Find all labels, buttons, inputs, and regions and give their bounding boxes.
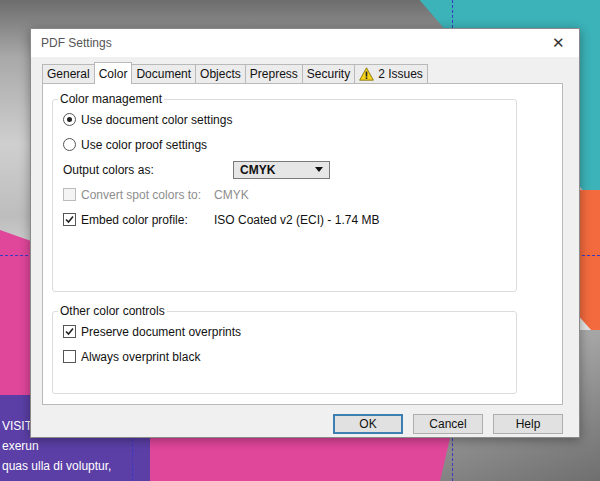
radio-option[interactable]: Use document color settings (63, 110, 506, 129)
pdf-settings-dialog: PDF Settings ✕ General Color Document Ob… (30, 28, 580, 438)
canvas-text-line: exerun (2, 436, 111, 456)
profile-value: ISO Coated v2 (ECI) - 1.74 MB (214, 213, 379, 227)
design-canvas: VISIT Texerunquas ulla di voluptur, PDF … (0, 0, 600, 481)
radio-button[interactable] (63, 138, 76, 151)
title-bar: PDF Settings ✕ (31, 29, 579, 57)
dialog-button[interactable]: Help (493, 414, 563, 434)
radio-option[interactable]: Use color proof settings (63, 135, 506, 154)
checkbox[interactable] (63, 213, 76, 226)
tab[interactable]: Document (131, 64, 196, 83)
convert-spot-row[interactable]: Convert spot colors to: CMYK (63, 185, 506, 204)
warning-icon (359, 67, 374, 81)
checkbox-row[interactable]: Always overprint black (63, 347, 506, 366)
button-row: OK Cancel Help (42, 414, 563, 434)
embed-profile-row[interactable]: Embed color profile: ISO Coated v2 (ECI)… (63, 210, 506, 229)
color-management-group: Color management Use document color sett… (52, 92, 517, 292)
checkbox-row[interactable]: Preserve document overprints (63, 322, 506, 341)
tab[interactable]: Color (94, 62, 133, 84)
dropdown-arrow-icon (315, 167, 323, 172)
dialog-button[interactable]: OK (333, 414, 403, 434)
tab[interactable]: Prepress (245, 64, 303, 83)
window-title: PDF Settings (41, 36, 112, 50)
tab-strip: General Color Document Objects Prepress … (42, 63, 563, 83)
output-colors-dropdown[interactable]: CMYK (233, 161, 330, 179)
close-button[interactable]: ✕ (548, 32, 569, 54)
radio-button[interactable] (63, 113, 76, 126)
output-colors-row: Output colors as: CMYK (63, 160, 506, 179)
convert-spot-value: CMYK (214, 188, 249, 202)
group-title: Color management (58, 92, 164, 106)
check-icon (64, 326, 75, 337)
group-title: Other color controls (58, 304, 167, 318)
tab[interactable]: Security (302, 64, 355, 83)
tab-panel: Color management Use document color sett… (42, 83, 563, 405)
canvas-text-line: quas ulla di voluptur, (2, 456, 111, 476)
tab[interactable]: Objects (195, 64, 246, 83)
tab[interactable]: 2 Issues (354, 64, 428, 83)
checkbox (63, 188, 76, 201)
checkbox[interactable] (63, 325, 76, 338)
field-label: Output colors as: (63, 163, 228, 177)
tab[interactable]: General (42, 64, 95, 83)
other-color-controls-group: Other color controls Preserve document o… (52, 304, 517, 394)
checkbox[interactable] (63, 350, 76, 363)
dialog-button[interactable]: Cancel (413, 414, 483, 434)
check-icon (64, 214, 75, 225)
